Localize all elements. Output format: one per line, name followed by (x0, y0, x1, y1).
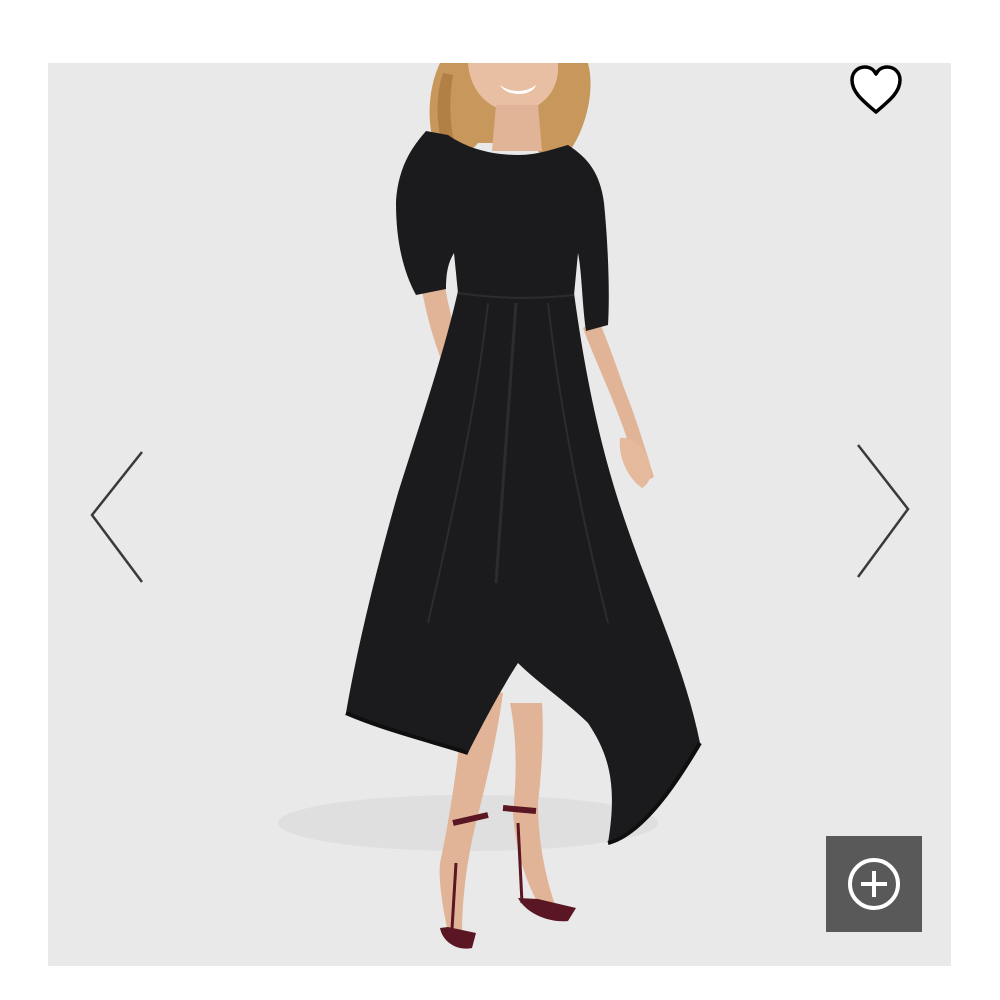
zoom-button[interactable] (826, 836, 922, 932)
product-photo[interactable] (48, 63, 951, 966)
product-gallery-page (0, 0, 1000, 1000)
chevron-left-icon[interactable] (84, 440, 154, 590)
product-image-gallery (48, 63, 951, 966)
chevron-right-icon[interactable] (846, 437, 916, 587)
heart-outline-icon[interactable] (846, 62, 906, 118)
plus-circle-icon (848, 858, 900, 910)
